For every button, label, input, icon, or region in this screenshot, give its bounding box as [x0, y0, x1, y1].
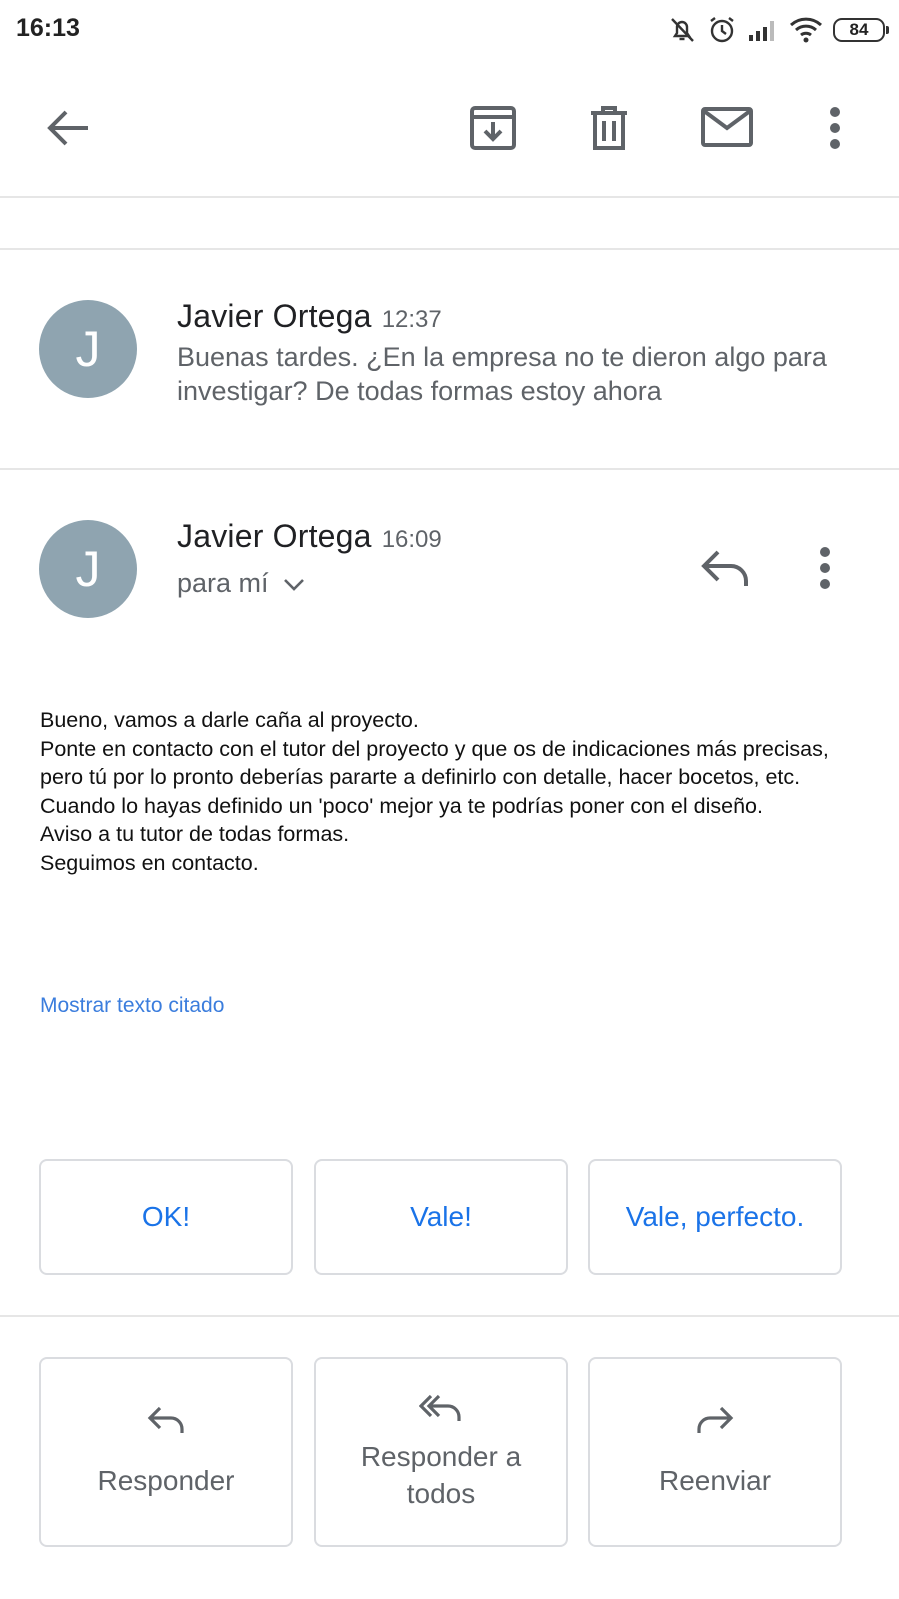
show-quoted-link[interactable]: Mostrar texto citado [40, 994, 224, 1018]
message-time: 16:09 [381, 526, 442, 553]
signal-icon [747, 17, 779, 43]
divider [0, 248, 899, 250]
more-vert-icon [820, 547, 830, 589]
reply-icon [701, 550, 748, 586]
alarm-icon [707, 15, 737, 45]
battery-icon: 84 [833, 18, 889, 42]
forward-button[interactable]: Reenviar [588, 1357, 842, 1547]
sender-name: Javier Ortega [177, 518, 372, 554]
chevron-down-icon [283, 578, 304, 591]
mark-unread-button[interactable] [700, 102, 754, 152]
status-icons: 84 [667, 12, 889, 48]
message-body: Bueno, vamos a darle caña al proyecto. P… [40, 708, 829, 875]
sender-name: Javier Ortega [177, 298, 372, 334]
back-arrow-icon [47, 110, 88, 146]
reply-all-icon [418, 1393, 463, 1432]
divider [0, 468, 899, 470]
smart-reply-button[interactable]: OK! [39, 1159, 293, 1275]
toolbar [0, 62, 899, 198]
recipient-label: para mí [177, 568, 269, 598]
reply-all-button[interactable]: Responder a todos [314, 1357, 568, 1547]
smart-reply-button[interactable]: Vale, perfecto. [588, 1159, 842, 1275]
status-bar: 16:13 84 [0, 0, 899, 62]
sender-line: Javier Ortega 12:37 [177, 298, 442, 335]
muted-bell-icon [667, 15, 697, 45]
delete-icon [591, 106, 627, 150]
message-time: 12:37 [381, 306, 442, 333]
forward-label: Reenviar [658, 1465, 772, 1496]
reply-all-label: Responder a todos [360, 1440, 522, 1509]
delete-button[interactable] [585, 100, 633, 156]
archive-icon [470, 106, 516, 150]
divider [0, 1315, 899, 1317]
sender-line: Javier Ortega 16:09 [177, 518, 442, 555]
back-button[interactable] [36, 96, 100, 160]
archive-button[interactable] [468, 100, 518, 156]
recipient-toggle[interactable]: para mí [177, 568, 305, 599]
status-time: 16:13 [16, 14, 80, 42]
message-more-button[interactable] [818, 546, 838, 594]
forward-icon [696, 1405, 734, 1444]
avatar: J [39, 520, 137, 618]
more-vert-icon [830, 107, 840, 149]
avatar: J [39, 300, 137, 398]
message-snippet: Buenas tardes. ¿En la empresa no te dier… [177, 342, 827, 406]
reply-icon [147, 1405, 185, 1444]
message-reply-button[interactable] [700, 548, 752, 592]
smart-reply-button[interactable]: Vale! [314, 1159, 568, 1275]
mail-icon [701, 107, 753, 147]
wifi-icon [789, 16, 823, 44]
more-options-button[interactable] [820, 100, 850, 156]
reply-button[interactable]: Responder [39, 1357, 293, 1547]
reply-label: Responder [97, 1465, 235, 1496]
